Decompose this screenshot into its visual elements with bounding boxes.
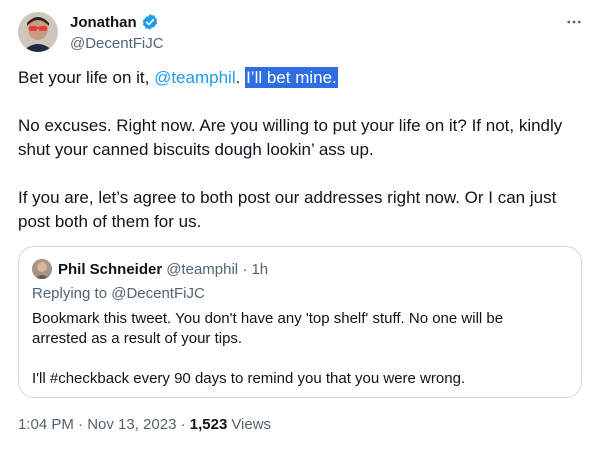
tweet-paragraph-3: If you are, let’s agree to both post our… [18,188,557,231]
quoted-tweet-body: Bookmark this tweet. You don't have any … [32,309,562,409]
quoted-author-avatar[interactable] [32,259,52,279]
mention-link[interactable]: @teamphil [154,68,236,87]
tweet-paragraph-2: No excuses. Right now. Are you willing t… [18,116,563,159]
tweet-body: Bet your life on it, @teamphil. I’ll bet… [18,66,588,258]
replying-to: Replying to @DecentFiJC [32,285,205,302]
quoted-paragraph-1: Bookmark this tweet. You don't have any … [32,310,504,347]
tweet-paragraph-1: Bet your life on it, @teamphil. I’ll bet… [18,66,588,90]
selected-text: I’ll bet mine. [245,67,338,88]
tweet-footer: 1:04 PM · Nov 13, 2023 · 1,523 Views [18,416,271,433]
author-display-name[interactable]: Jonathan [70,14,137,31]
author-info: Jonathan @DecentFiJC [70,12,164,53]
author-handle[interactable]: @DecentFiJC [70,35,164,52]
quoted-tweet-header: Phil Schneider @teamphil · 1h [32,259,268,279]
tweet-card: Jonathan @DecentFiJC Bet your life on it… [0,0,604,456]
quoted-author-meta: @teamphil · 1h [166,260,269,278]
views-count: 1,523 [189,416,228,433]
quoted-author-name[interactable]: Phil Schneider [58,261,162,278]
author-avatar[interactable] [18,12,58,52]
views-label: Views [231,416,272,433]
verified-badge-icon [141,13,159,31]
quoted-tweet[interactable]: Phil Schneider @teamphil · 1h Replying t… [18,246,582,398]
tweet-text-prefix: Bet your life on it, [18,68,155,87]
tweet-timestamp[interactable]: 1:04 PM · Nov 13, 2023 · [18,416,190,433]
more-options-icon[interactable] [562,10,586,34]
quoted-paragraph-2: I'll #checkback every 90 days to remind … [32,370,466,387]
